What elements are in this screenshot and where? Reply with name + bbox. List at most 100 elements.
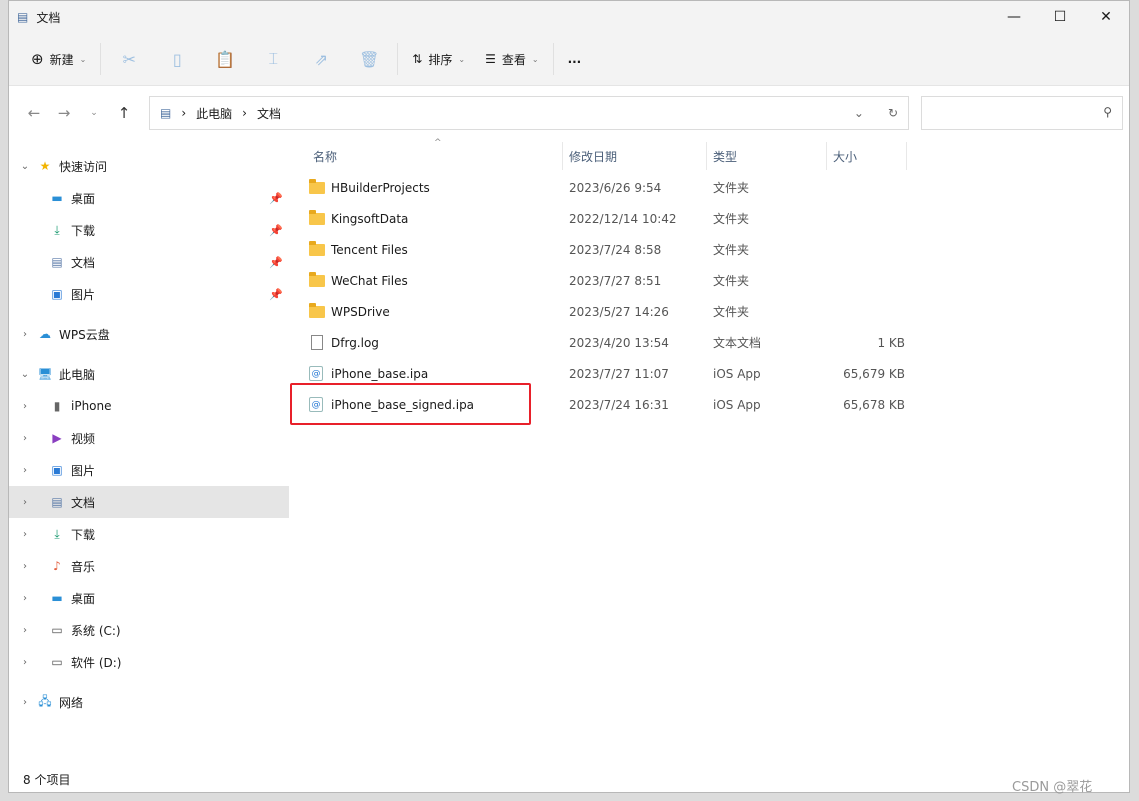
file-row[interactable]: HBuilderProjects 2023/6/26 9:54 文件夹 [289,172,1129,203]
command-bar: ⊕ 新建 ⌄ ✂ ▯ 📋 ⌶ ⇗ 🗑 ⇅ 排序 ⌄ ☰ 查看 ⌄ ... [9,33,1129,86]
breadcrumb-this-pc[interactable]: 此电脑 [196,105,232,122]
file-row[interactable]: WeChat Files 2023/7/27 8:51 文件夹 [289,265,1129,296]
address-bar[interactable]: ▤ › 此电脑 › 文档 ⌄ ↻ [149,96,909,130]
pin-icon[interactable]: 📌 [269,256,283,269]
sort-ascending-icon: ^ [434,138,442,148]
maximize-button[interactable]: ☐ [1037,1,1083,33]
rename-button[interactable]: ⌶ [249,43,297,75]
copy-button[interactable]: ▯ [153,43,201,75]
expand-icon[interactable]: › [13,625,37,636]
sidebar-item[interactable]: ⌄ ★ 快速访问 [9,150,289,182]
expand-icon[interactable]: › [13,657,37,668]
chevron-down-icon[interactable]: ⌄ [854,106,864,120]
file-row[interactable]: WPSDrive 2023/5/27 14:26 文件夹 [289,296,1129,327]
sidebar-item-label: 此电脑 [59,367,96,382]
sidebar-item-label: 系统 (C:) [71,623,121,638]
recent-dropdown[interactable]: ⌄ [79,108,109,118]
drive-icon: ▭ [51,623,63,637]
column-name[interactable]: 名称 [289,142,563,170]
file-date: 2023/7/27 8:51 [569,273,662,288]
expand-icon[interactable]: ⌄ [13,161,37,172]
sidebar-item[interactable]: ▤ 文档 📌 [9,246,289,278]
sidebar-item-label: WPS云盘 [59,327,110,342]
chevron-down-icon: ⌄ [79,54,87,64]
expand-icon[interactable]: › [13,529,37,540]
sort-button[interactable]: ⇅ 排序 ⌄ [402,43,475,75]
music-icon: ♪ [53,559,61,573]
back-button[interactable]: ← [19,104,49,122]
view-button[interactable]: ☰ 查看 ⌄ [475,43,548,75]
sidebar-item[interactable]: › 🖧 网络 [9,686,289,718]
sidebar-item[interactable]: ⌄ 🖥 此电脑 [9,358,289,390]
share-button[interactable]: ⇗ [297,43,345,75]
list-icon: ☰ [485,52,496,66]
expand-icon[interactable]: › [13,593,37,604]
up-button[interactable]: ↑ [109,104,139,122]
expand-icon[interactable]: › [13,497,37,508]
file-name: Tencent Files [331,242,408,257]
expand-icon[interactable]: › [13,329,37,340]
sidebar-item[interactable]: › ▬ 桌面 [9,582,289,614]
refresh-icon[interactable]: ↻ [888,106,898,120]
download-icon: ⤓ [54,222,60,237]
expand-icon[interactable]: › [13,433,37,444]
document-icon: ▤ [17,10,29,24]
sidebar-item[interactable]: ▣ 图片 📌 [9,278,289,310]
highlight-box [290,383,531,425]
document-icon: ▤ [160,106,172,120]
column-type[interactable]: 类型 [707,142,827,170]
sidebar-item-label: 视频 [71,431,96,446]
document-icon: ▤ [51,255,63,269]
delete-button[interactable]: 🗑 [345,43,393,75]
sort-icon: ⇅ [412,52,423,66]
cut-button[interactable]: ✂ [105,43,153,75]
sidebar-item[interactable]: › ▮ iPhone [9,390,289,422]
watermark: CSDN @翠花 [1012,780,1093,795]
search-input[interactable]: ⚲ [921,96,1123,130]
file-row[interactable]: Tencent Files 2023/7/24 8:58 文件夹 [289,234,1129,265]
more-button[interactable]: ... [558,43,592,75]
file-list: ^ 名称 修改日期 类型 大小 HBuilderProjects 2023/6/2… [289,138,1129,778]
sidebar-item-label: 软件 (D:) [71,655,122,670]
sidebar-item[interactable]: › ▤ 文档 [9,486,289,518]
expand-icon[interactable]: › [13,697,37,708]
sidebar-item[interactable]: › ☁ WPS云盘 [9,318,289,350]
sidebar-item[interactable]: ▬ 桌面 📌 [9,182,289,214]
address-row: ← → ⌄ ↑ ▤ › 此电脑 › 文档 ⌄ ↻ ⚲ [9,86,1129,140]
file-date: 2023/7/27 11:07 [569,366,669,381]
sidebar-item[interactable]: ⤓ 下载 📌 [9,214,289,246]
paste-button[interactable]: 📋 [201,43,249,75]
forward-button[interactable]: → [49,104,79,122]
file-date: 2023/7/24 16:31 [569,397,669,412]
file-row[interactable]: Dfrg.log 2023/4/20 13:54 文本文档 1 KB [289,327,1129,358]
file-type: 文本文档 [713,336,762,350]
sidebar-item[interactable]: › ▭ 系统 (C:) [9,614,289,646]
column-size[interactable]: 大小 [827,142,907,170]
pin-icon[interactable]: 📌 [269,192,283,205]
sidebar-item[interactable]: › ♪ 音乐 [9,550,289,582]
expand-icon[interactable]: ⌄ [13,369,37,380]
minimize-button[interactable]: — [991,1,1037,33]
navigation-pane: ⌄ ★ 快速访问 ▬ 桌面 📌 ⤓ 下载 📌 ▤ 文档 📌 ▣ 图片 📌 › ☁ WPS云盘 ⌄ 🖥 此电脑 › ▮ iPho… [9,140,289,778]
expand-icon[interactable]: › [13,561,37,572]
file-name: KingsoftData [331,211,409,226]
column-date[interactable]: 修改日期 [563,142,707,170]
close-button[interactable]: ✕ [1083,1,1129,33]
pin-icon[interactable]: 📌 [269,224,283,237]
sidebar-item[interactable]: › ⤓ 下载 [9,518,289,550]
breadcrumb-documents[interactable]: 文档 [257,105,281,122]
folder-icon [309,178,325,194]
sidebar-item[interactable]: › ▭ 软件 (D:) [9,646,289,678]
pictures-icon: ▣ [51,287,63,301]
sidebar-item-label: 文档 [71,255,96,270]
plus-circle-icon: ⊕ [31,50,44,68]
sidebar-item[interactable]: › ▣ 图片 [9,454,289,486]
pictures-icon: ▣ [51,463,63,477]
download-icon: ⤓ [54,526,60,541]
pin-icon[interactable]: 📌 [269,288,283,301]
new-button[interactable]: ⊕ 新建 ⌄ [21,43,96,75]
sidebar-item[interactable]: › ▶ 视频 [9,422,289,454]
expand-icon[interactable]: › [13,465,37,476]
expand-icon[interactable]: › [13,401,37,412]
file-row[interactable]: KingsoftData 2022/12/14 10:42 文件夹 [289,203,1129,234]
